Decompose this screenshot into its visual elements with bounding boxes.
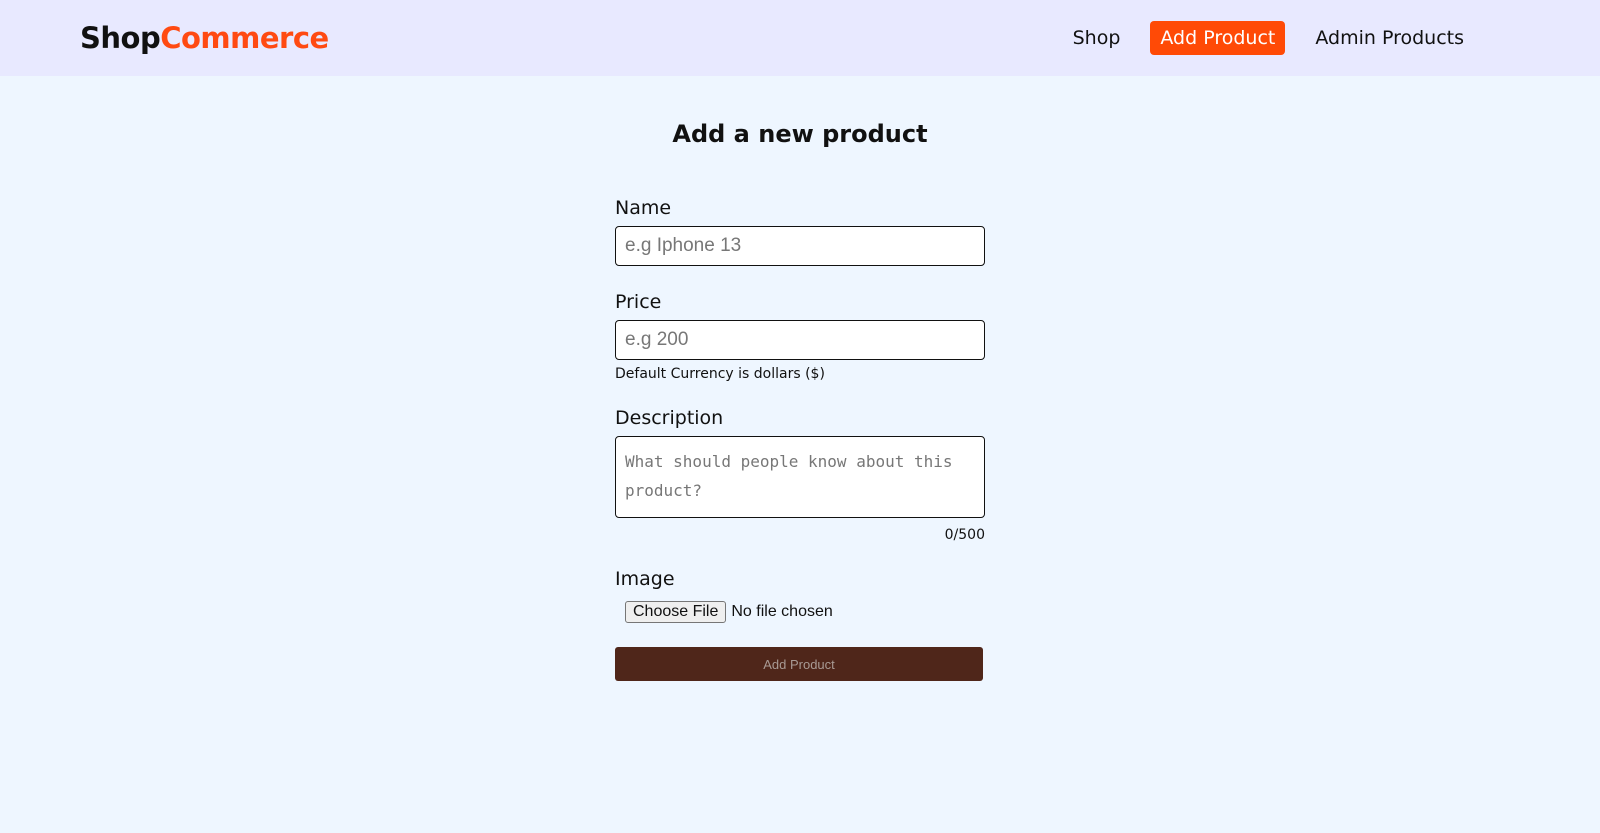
file-status-text: No file chosen (731, 603, 833, 620)
name-input[interactable] (615, 226, 985, 266)
add-product-form: Name Price Default Currency is dollars (… (615, 196, 985, 681)
description-char-counter: 0/500 (944, 527, 985, 543)
price-label: Price (615, 291, 662, 313)
description-textarea[interactable] (615, 436, 985, 518)
price-group: Price Default Currency is dollars ($) (615, 290, 985, 382)
logo-part-shop: Shop (80, 21, 161, 55)
price-currency-hint: Default Currency is dollars ($) (615, 366, 825, 382)
navbar: ShopCommerce Shop Add Product Admin Prod… (0, 0, 1600, 76)
description-group: Description 0/500 (615, 406, 985, 543)
image-group: Image Choose File No file chosen (615, 567, 985, 623)
description-label: Description (615, 407, 724, 429)
nav-shop-link[interactable]: Shop (1063, 21, 1131, 55)
add-product-submit-button[interactable]: Add Product (615, 647, 983, 681)
name-group: Name (615, 196, 985, 266)
nav-admin-products-link[interactable]: Admin Products (1305, 21, 1474, 55)
price-input[interactable] (615, 320, 985, 360)
name-label: Name (615, 197, 672, 219)
nav-add-product-link[interactable]: Add Product (1150, 21, 1286, 55)
logo[interactable]: ShopCommerce (80, 21, 329, 55)
image-file-input: Choose File No file chosen (625, 601, 985, 623)
logo-part-commerce: Commerce (160, 21, 329, 55)
page-title: Add a new product (672, 120, 928, 148)
nav-links: Shop Add Product Admin Products (1063, 21, 1474, 55)
image-label: Image (615, 568, 675, 590)
choose-file-button[interactable]: Choose File (625, 601, 727, 623)
